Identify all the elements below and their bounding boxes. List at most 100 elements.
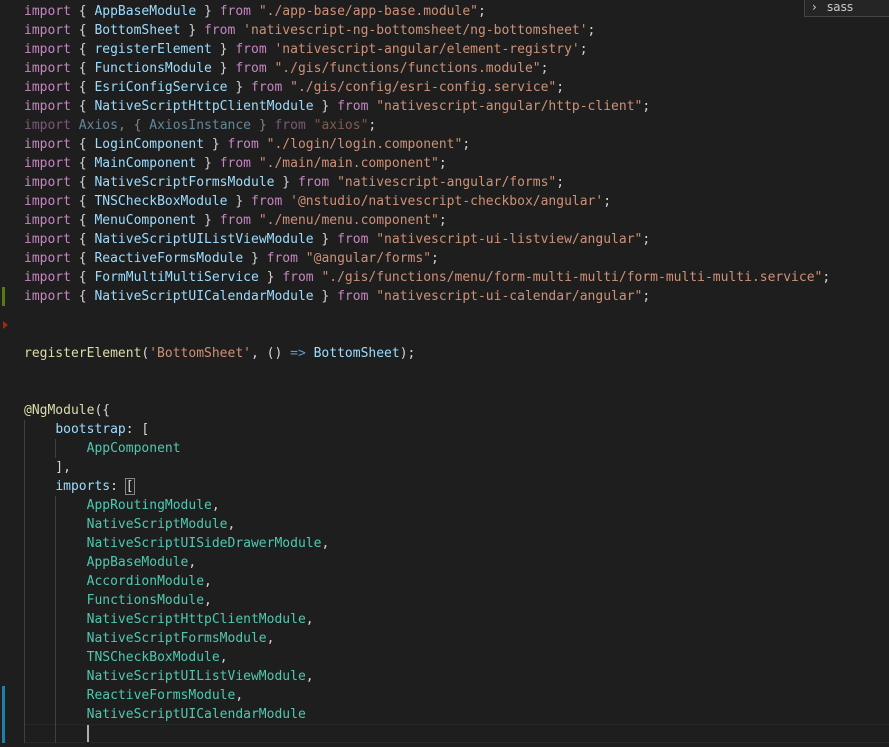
code-token: ;	[431, 251, 439, 266]
gutter-deleted-arrow-icon[interactable]	[3, 321, 8, 329]
code-token: BottomSheet	[94, 23, 181, 38]
code-token: }	[196, 156, 220, 171]
code-line[interactable]: import Axios, { AxiosInstance } from "ax…	[24, 116, 830, 135]
indent-guide	[24, 629, 25, 648]
gutter-added-mark[interactable]	[2, 686, 5, 743]
code-token: }	[211, 42, 236, 57]
code-token: }	[204, 137, 228, 152]
code-token: from	[227, 137, 259, 152]
code-token: NativeScriptUIListViewModule	[86, 669, 306, 684]
code-line[interactable]: import { NativeScriptUIListViewModule } …	[24, 230, 830, 249]
code-token: 'BottomSheet'	[149, 346, 251, 361]
code-line[interactable]: @NgModule({	[24, 401, 830, 420]
code-line[interactable]	[24, 306, 830, 325]
gutter-modified-mark[interactable]	[2, 287, 5, 306]
code-line[interactable]: NativeScriptUICalendarModule	[24, 705, 830, 724]
code-token: "./gis/config/esri-config.service"	[290, 80, 557, 95]
code-line[interactable]: import { MenuComponent } from "./menu/me…	[24, 211, 830, 230]
code-line[interactable]: NativeScriptUISideDrawerModule,	[24, 534, 830, 553]
code-token: EsriConfigService	[94, 80, 228, 95]
code-editor[interactable]: import { AppBaseModule } from "./app-bas…	[0, 0, 889, 747]
code-line[interactable]: AppRoutingModule,	[24, 496, 830, 515]
code-token: {	[70, 61, 95, 76]
code-token: ,	[219, 650, 228, 665]
code-line[interactable]: import { AppBaseModule } from "./app-bas…	[24, 2, 830, 21]
code-token: AccordionModule	[86, 574, 205, 589]
code-token: ;	[462, 137, 471, 152]
code-token: ;	[368, 118, 377, 133]
code-line[interactable]: bootstrap: [	[24, 420, 830, 439]
code-token: import	[24, 232, 71, 247]
code-line[interactable]: imports: [	[24, 477, 830, 496]
suggestion-label[interactable]: sass	[827, 0, 853, 14]
code-token: from	[235, 42, 267, 57]
code-token: NativeScriptUISideDrawerModule	[86, 536, 322, 551]
indent-guide	[55, 667, 57, 686]
indent-guide	[24, 496, 25, 515]
code-line[interactable]: NativeScriptHttpClientModule,	[24, 610, 830, 629]
code-token: : [	[125, 422, 150, 437]
code-token: import	[24, 137, 71, 152]
code-line[interactable]	[24, 363, 830, 382]
code-token: from	[204, 23, 236, 38]
code-line[interactable]: import { NativeScriptFormsModule } from …	[24, 173, 830, 192]
code-token: ,	[235, 688, 244, 703]
indent-guide	[55, 496, 57, 515]
code-line[interactable]: import { ReactiveFormsModule } from "@an…	[24, 249, 830, 268]
code-line[interactable]: import { MainComponent } from "./main/ma…	[24, 154, 830, 173]
code-line[interactable]: NativeScriptModule,	[24, 515, 830, 534]
code-line[interactable]: AccordionModule,	[24, 572, 830, 591]
code-token: {	[70, 23, 95, 38]
code-line[interactable]	[24, 382, 830, 401]
code-token: import	[24, 4, 71, 19]
code-line[interactable]: AppComponent	[24, 439, 830, 458]
code-line[interactable]: import { NativeScriptUICalendarModule } …	[24, 287, 830, 306]
code-token: import	[24, 118, 71, 133]
code-line[interactable]: import { registerElement } from 'natives…	[24, 40, 830, 59]
suggestion-widget[interactable]: › sass	[804, 0, 889, 17]
code-token: "axios"	[313, 118, 369, 133]
code-token: ;	[822, 270, 831, 285]
code-line[interactable]: import { BottomSheet } from 'nativescrip…	[24, 21, 830, 40]
code-line[interactable]: NativeScriptFormsModule,	[24, 629, 830, 648]
code-token: NativeScriptHttpClientModule	[94, 99, 314, 114]
code-token: import	[24, 194, 71, 209]
code-line[interactable]: ],	[24, 458, 830, 477]
indent-guide	[24, 724, 25, 743]
code-line[interactable]: import { FormMultiMultiService } from ".…	[24, 268, 830, 287]
code-token: ;	[438, 213, 447, 228]
code-line[interactable]: import { EsriConfigService } from "./gis…	[24, 78, 830, 97]
code-token: {	[70, 194, 95, 209]
code-token: NativeScriptHttpClientModule	[86, 612, 306, 627]
chevron-right-icon[interactable]: ›	[812, 0, 817, 14]
code-token: NativeScriptUIListViewModule	[94, 232, 314, 247]
code-line[interactable]: FunctionsModule,	[24, 591, 830, 610]
code-line[interactable]: registerElement('BottomSheet', () => Bot…	[24, 344, 830, 363]
code-line[interactable]: ReactiveFormsModule,	[24, 686, 830, 705]
code-token: from	[274, 118, 306, 133]
code-line[interactable]: import { LoginComponent } from "./login/…	[24, 135, 830, 154]
code-line[interactable]: import { NativeScriptHttpClientModule } …	[24, 97, 830, 116]
code-token: "nativescript-ui-listview/angular"	[376, 232, 643, 247]
code-token: import	[24, 251, 71, 266]
indent-guide	[55, 591, 57, 610]
code-line[interactable]	[24, 724, 830, 743]
code-line[interactable]: NativeScriptUIListViewModule,	[24, 667, 830, 686]
code-token: :	[110, 479, 126, 494]
code-token: from	[219, 156, 251, 171]
code-line[interactable]: import { TNSCheckBoxModule } from '@nstu…	[24, 192, 830, 211]
code-token: from	[251, 194, 283, 209]
code-area[interactable]: import { AppBaseModule } from "./app-bas…	[24, 2, 830, 743]
code-token: NativeScriptModule	[86, 517, 228, 532]
code-token: {	[70, 232, 95, 247]
code-line[interactable]: AppBaseModule,	[24, 553, 830, 572]
code-line[interactable]	[24, 325, 830, 344]
code-token: {	[70, 4, 95, 19]
code-line[interactable]: TNSCheckBoxModule,	[24, 648, 830, 667]
code-token: ],	[24, 460, 71, 475]
code-line[interactable]: import { FunctionsModule } from "./gis/f…	[24, 59, 830, 78]
code-token: ;	[579, 42, 588, 57]
code-token: from	[219, 4, 251, 19]
